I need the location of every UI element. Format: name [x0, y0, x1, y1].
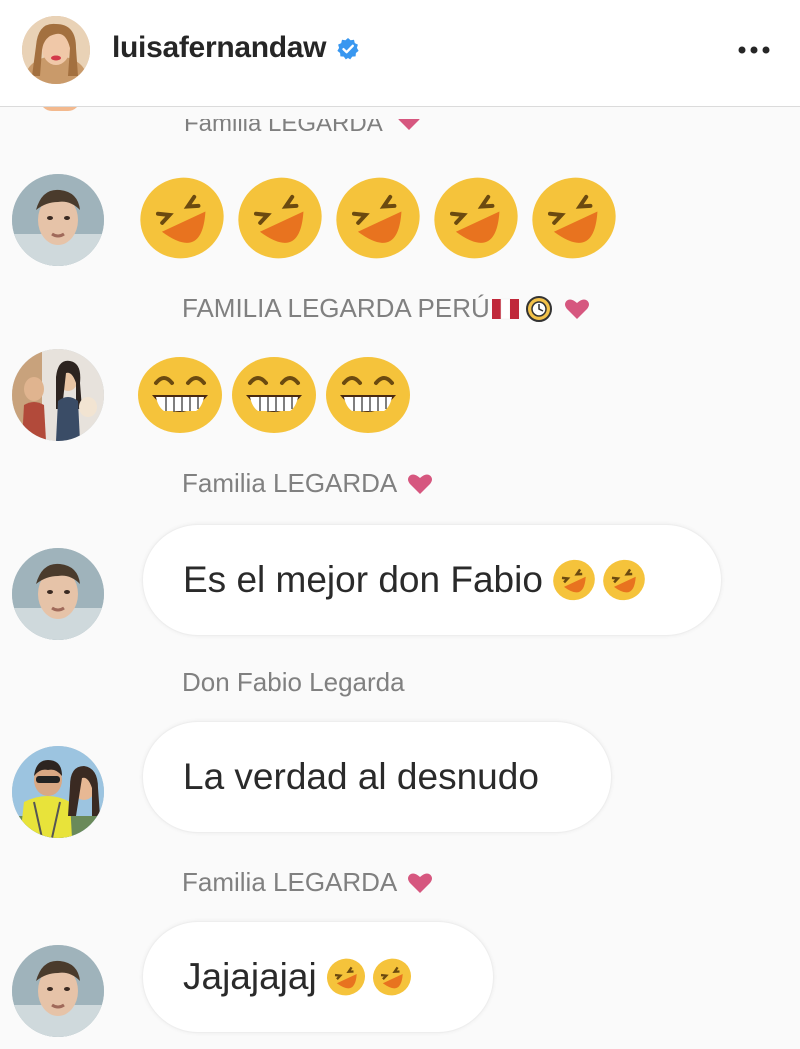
- sender-name: Familia LEGARDA: [182, 468, 433, 499]
- commenter-avatar[interactable]: [12, 174, 104, 266]
- rolling-laughing-emoji: [140, 177, 224, 259]
- heart-icon: [408, 473, 433, 494]
- grinning-squint-emoji: [232, 357, 316, 433]
- heart-icon: [564, 298, 589, 319]
- post-image: Familia LEGARDA FAMILIA LEGARDA PERÚ Fam…: [0, 107, 800, 1049]
- username[interactable]: luisafernandaw: [112, 31, 327, 65]
- heart-icon: [408, 872, 433, 893]
- rolling-laughing-emoji: [238, 177, 322, 259]
- sender-name: Don Fabio Legarda: [182, 667, 405, 697]
- profile-avatar[interactable]: [22, 16, 90, 84]
- comment-emoji-row: [136, 355, 412, 435]
- grinning-squint-emoji: [138, 357, 222, 433]
- more-options-icon[interactable]: [734, 36, 774, 64]
- comment-bubble: La verdad al desnudo: [142, 721, 612, 833]
- post-header: luisafernandaw: [0, 0, 800, 107]
- verified-badge-icon: [337, 38, 359, 60]
- heart-icon: [398, 119, 420, 130]
- sender-name: Familia LEGARDA: [182, 867, 433, 898]
- rolling-laughing-emoji: [532, 177, 616, 259]
- rolling-laughing-emoji: [553, 559, 595, 601]
- clock-icon: [525, 295, 552, 322]
- sender-name: FAMILIA LEGARDA PERÚ: [182, 293, 590, 324]
- commenter-avatar[interactable]: [12, 349, 104, 441]
- rolling-laughing-emoji: [336, 177, 420, 259]
- rolling-laughing-emoji: [326, 958, 365, 996]
- comment-emoji-row: [136, 174, 620, 262]
- flag-icon: [491, 297, 522, 321]
- rolling-laughing-emoji: [372, 958, 411, 996]
- comment-bubble: Es el mejor don Fabio: [142, 524, 722, 636]
- comment-text: Es el mejor don Fabio: [183, 559, 543, 600]
- commenter-avatar[interactable]: [12, 548, 104, 640]
- comment-bubble: Jajajajaj: [142, 921, 494, 1033]
- commenter-avatar[interactable]: [12, 746, 104, 838]
- comment-text: La verdad al desnudo: [183, 756, 539, 797]
- grinning-squint-emoji: [326, 357, 410, 433]
- avatar: [40, 107, 80, 111]
- comment-text: Jajajajaj: [183, 956, 317, 997]
- commenter-avatar[interactable]: [12, 945, 104, 1037]
- rolling-laughing-emoji: [603, 559, 645, 601]
- rolling-laughing-emoji: [434, 177, 518, 259]
- sender-name-partial: Familia LEGARDA: [184, 119, 422, 141]
